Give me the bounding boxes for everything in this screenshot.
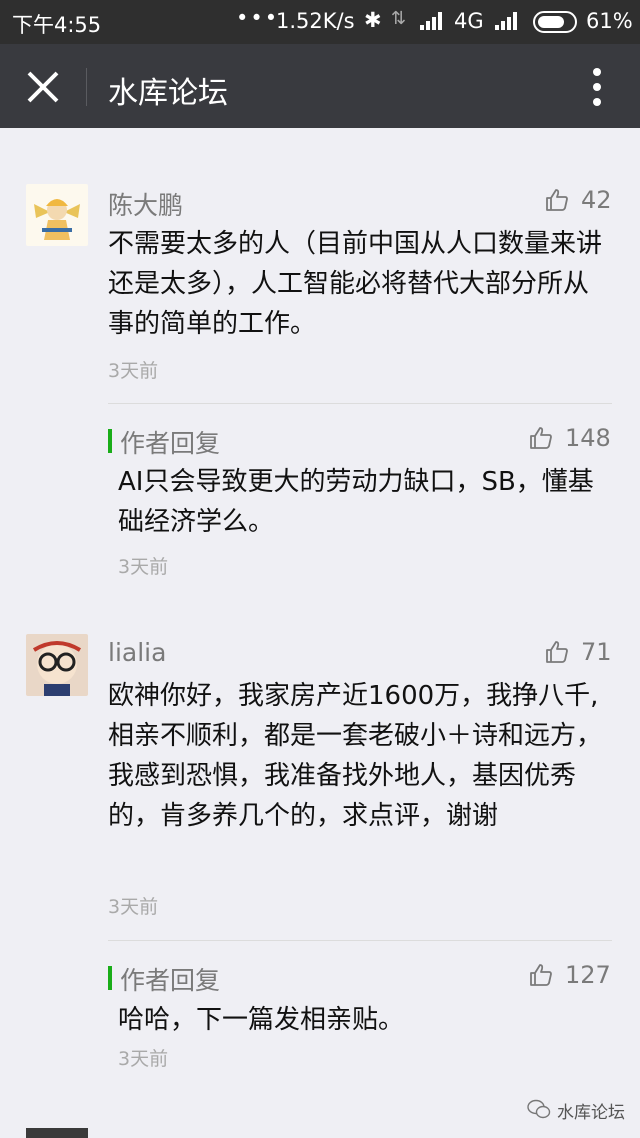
- reply-time: 3天前: [118, 1048, 169, 1070]
- network-speed: 1.52K/s: [276, 9, 355, 33]
- author-reply-label: 作者回复: [120, 429, 221, 458]
- signal-icon: [495, 12, 517, 30]
- status-dots: •••: [236, 6, 280, 30]
- commenter-name: 陈大鹏: [108, 191, 184, 220]
- battery-percent: 61%: [586, 9, 633, 33]
- title-bar: 水库论坛: [0, 44, 640, 128]
- network-type: 4G: [454, 9, 484, 33]
- like-button[interactable]: 71: [545, 638, 625, 668]
- like-count: 42: [581, 186, 612, 214]
- thumbs-up-icon: [546, 641, 568, 663]
- reply-marker: [108, 966, 112, 990]
- signal-icon: [420, 12, 442, 30]
- like-button[interactable]: 148: [529, 424, 629, 454]
- avatar[interactable]: [26, 184, 88, 246]
- avatar-image: [26, 634, 88, 696]
- separator: [108, 403, 612, 404]
- like-count: 127: [565, 961, 611, 989]
- close-icon[interactable]: [24, 68, 62, 106]
- battery-icon: [533, 11, 577, 33]
- like-button[interactable]: 42: [545, 186, 625, 216]
- separator: [108, 940, 612, 941]
- bluetooth-icon: ✱: [364, 8, 382, 32]
- more-options-icon[interactable]: [586, 66, 608, 108]
- avatar[interactable]: [26, 1128, 88, 1138]
- watermark-text: 水库论坛: [557, 1103, 625, 1123]
- author-reply-label: 作者回复: [120, 966, 221, 995]
- thumbs-up-icon: [530, 964, 552, 986]
- avatar-image: [26, 184, 88, 246]
- commenter-name: lialia: [108, 638, 167, 667]
- like-count: 71: [581, 638, 612, 666]
- reply-marker: [108, 429, 112, 453]
- avatar[interactable]: [26, 634, 88, 696]
- comment-time: 3天前: [108, 896, 159, 918]
- thumbs-up-icon: [530, 427, 552, 449]
- wechat-icon: [527, 1099, 551, 1119]
- status-bar: 下午4:55 ••• 1.52K/s ✱ ⇅ 4G 61%: [0, 0, 640, 44]
- page-title: 水库论坛: [108, 76, 228, 111]
- data-arrows-icon: ⇅: [391, 8, 407, 29]
- reply-time: 3天前: [118, 556, 169, 578]
- comment-text: 不需要太多的人（目前中国从人口数量来讲还是太多），人工智能必将替代大部分所从事的…: [108, 229, 603, 339]
- comment-text: 欧神你好，我家房产近1600万，我挣八千,相亲不顺利，都是一套老破小＋诗和远方，…: [108, 681, 603, 831]
- like-count: 148: [565, 424, 611, 452]
- reply-text: 哈哈，下一篇发相亲贴。: [118, 1005, 405, 1035]
- thumbs-up-icon: [546, 189, 568, 211]
- like-button[interactable]: 127: [529, 961, 629, 991]
- comment-time: 3天前: [108, 360, 159, 382]
- reply-text: AI只会导致更大的劳动力缺口，SB，懂基础经济学么。: [118, 467, 594, 537]
- status-time: 下午4:55: [12, 13, 102, 37]
- title-divider: [86, 68, 87, 106]
